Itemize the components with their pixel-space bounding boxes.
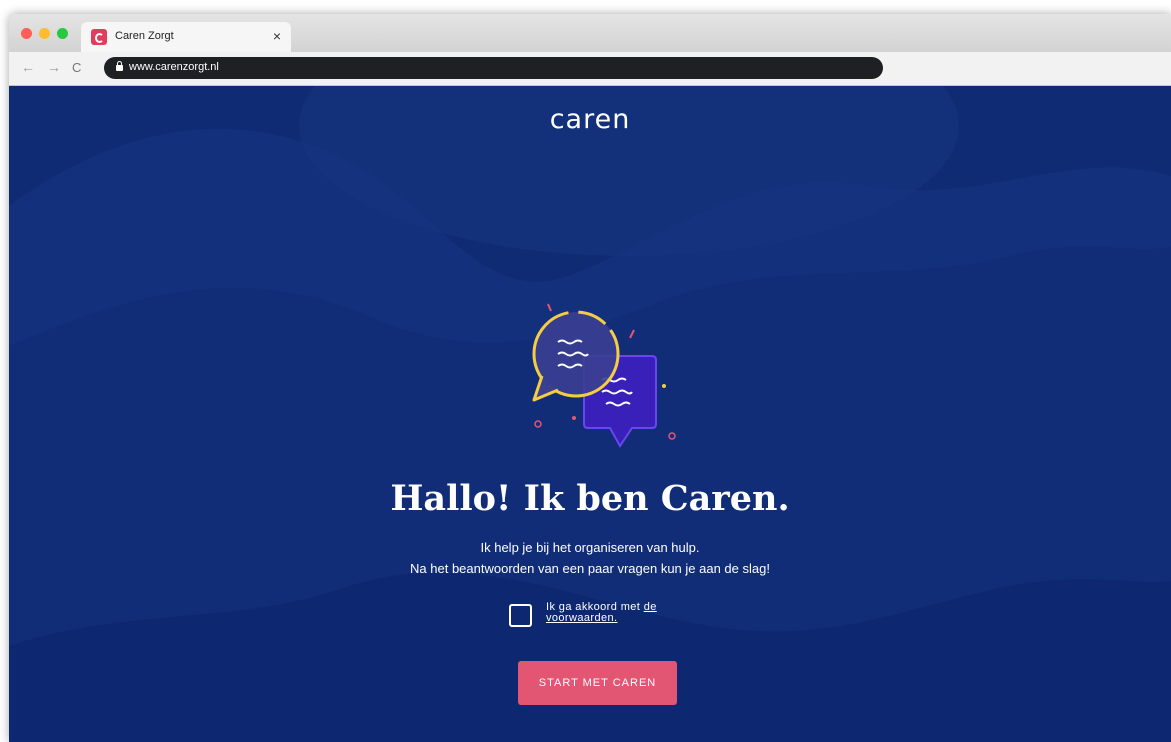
window-maximize-button[interactable] <box>57 28 68 39</box>
tab-close-icon[interactable]: × <box>273 28 281 44</box>
caren-favicon-icon <box>91 29 107 45</box>
caren-logo: caren <box>549 104 631 135</box>
intro-line-2: Na het beantwoorden van een paar vragen … <box>410 561 770 576</box>
forward-icon[interactable]: → <box>47 59 61 75</box>
window-minimize-button[interactable] <box>39 28 50 39</box>
page-title: Hallo! Ik ben Caren. <box>390 478 790 519</box>
terms-checkbox[interactable] <box>509 604 532 627</box>
intro-line-1: Ik help je bij het organiseren van hulp. <box>480 540 700 555</box>
url-text[interactable]: www.carenzorgt.nl <box>129 61 219 73</box>
lock-icon <box>116 61 123 71</box>
back-icon[interactable]: ← <box>21 59 35 75</box>
terms-label: Ik ga akkoord met de voorwaarden. <box>546 602 716 624</box>
browser-toolbar: ← → C www.carenzorgt.nl <box>9 52 1171 86</box>
start-button[interactable]: START MET CAREN <box>518 661 677 705</box>
browser-titlebar: Caren Zorgt × <box>9 14 1171 52</box>
chat-bubbles-illustration <box>532 303 676 448</box>
browser-window: Caren Zorgt × ← → C www.carenzorgt.nl ca… <box>9 14 1171 742</box>
browser-tab[interactable]: Caren Zorgt × <box>81 22 291 52</box>
window-close-button[interactable] <box>21 28 32 39</box>
reload-icon[interactable]: C <box>72 60 81 75</box>
tab-title: Caren Zorgt <box>115 30 174 42</box>
address-bar[interactable]: www.carenzorgt.nl <box>104 57 883 79</box>
page-viewport: caren Hallo! Ik ben Caren. Ik help je bi… <box>9 86 1171 742</box>
